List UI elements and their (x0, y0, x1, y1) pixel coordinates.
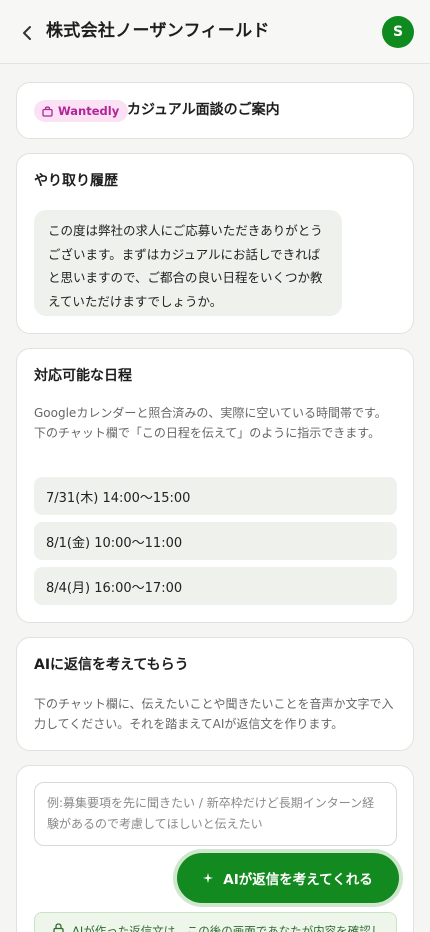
intro-card: Wantedly カジュアル面談のご案内 (16, 82, 414, 139)
ai-intro-description: 下のチャット欄に、伝えたいことや聞きたいことを音声か文字で入力してください。それ… (34, 697, 394, 731)
history-heading: やり取り履歴 (34, 173, 118, 189)
badge-label: Wantedly (58, 104, 120, 118)
schedule-heading: 対応可能な日程 (34, 368, 132, 384)
source-badge: Wantedly (34, 100, 129, 122)
ai-reply-button-label: AIが返信を考えてくれる (223, 872, 373, 888)
request-input[interactable]: 例:募集要項を先に聞きたい / 新卒枠だけど長期インターン経験があるので考慮して… (34, 782, 397, 846)
lock-icon (53, 923, 64, 932)
page-title: 株式会社ノーザンフィールド (46, 21, 270, 41)
schedule-description: Googleカレンダーと照合済みの、実際に空いている時間帯です。下のチャット欄で… (34, 406, 387, 440)
review-notice: AIが作った返信文は、この後の画面であなたが内容を確認し (34, 912, 397, 932)
slot-item[interactable]: 7/31(木) 14:00〜15:00 (34, 477, 397, 515)
ai-intro-card: AIに返信を考えてもらう 下のチャット欄に、伝えたいことや聞きたいことを音声か文… (16, 637, 414, 751)
sparkle-icon (203, 873, 214, 883)
history-card: やり取り履歴 この度は弊社の求人にご応募いただきありがとうございます。まずはカジ… (16, 153, 414, 334)
schedule-card: 対応可能な日程 Googleカレンダーと照合済みの、実際に空いている時間帯です。… (16, 348, 414, 623)
ai-intro-heading: AIに返信を考えてもらう (34, 657, 189, 673)
ai-reply-button[interactable]: AIが返信を考えてくれる (177, 853, 399, 903)
back-button[interactable] (16, 22, 38, 44)
intro-title: カジュアル面談のご案内 (127, 102, 280, 118)
bag-icon (42, 106, 53, 117)
composer-card: 例:募集要項を先に聞きたい / 新卒枠だけど長期インターン経験があるので考慮して… (16, 765, 414, 932)
review-notice-text: AIが作った返信文は、この後の画面であなたが内容を確認し (72, 924, 383, 932)
avatar[interactable]: S (382, 16, 414, 48)
slot-item[interactable]: 8/1(金) 10:00〜11:00 (34, 522, 397, 560)
slot-item[interactable]: 8/4(月) 16:00〜17:00 (34, 567, 397, 605)
message-bubble: この度は弊社の求人にご応募いただきありがとうございます。まずはカジュアルにお話し… (34, 210, 342, 316)
app-header: 株式会社ノーザンフィールド S (0, 0, 430, 64)
chevron-left-icon (23, 26, 31, 40)
